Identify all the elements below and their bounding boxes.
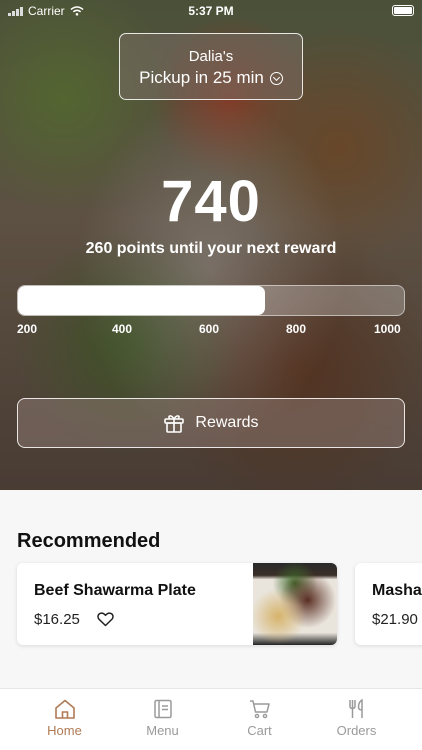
tab-label: Home: [47, 723, 82, 738]
pickup-location: Dalia's: [188, 48, 234, 65]
tick-label: 400: [112, 322, 133, 336]
tab-label: Orders: [336, 723, 377, 738]
tick-label: 800: [286, 322, 307, 336]
rewards-button-label: Rewards: [195, 414, 259, 431]
gift-icon: [164, 415, 185, 433]
tick-label: 1000: [374, 322, 401, 336]
status-bar: Carrier 5:37 PM: [0, 0, 422, 22]
section-title-recommended: Recommended: [17, 530, 161, 552]
tab-label: Menu: [146, 723, 179, 738]
tab-orders[interactable]: Orders: [304, 689, 409, 750]
tab-cart[interactable]: Cart: [207, 689, 312, 750]
heart-icon[interactable]: [97, 612, 114, 627]
item-name: Masha: [372, 582, 422, 599]
recommended-item-card[interactable]: Beef Shawarma Plate $16.25: [17, 563, 337, 645]
points-remaining-text: 260 points until your next reward: [85, 240, 337, 257]
points-total: 740: [161, 169, 261, 234]
bottom-tab-bar: Home Menu Cart Orders: [0, 688, 422, 750]
battery-icon: [392, 5, 414, 16]
menu-icon: [153, 699, 172, 719]
item-price: $21.90: [372, 611, 418, 628]
pickup-selector[interactable]: Dalia's Pickup in 25 min: [119, 33, 303, 100]
tab-menu[interactable]: Menu: [110, 689, 215, 750]
rewards-progress-fill: [18, 286, 266, 315]
item-name: Beef Shawarma Plate: [34, 582, 196, 599]
tick-label: 200: [17, 322, 38, 336]
tab-home[interactable]: Home: [12, 689, 117, 750]
rewards-progress-bar: [17, 285, 405, 316]
home-icon: [54, 699, 75, 719]
recommended-item-card[interactable]: Masha $21.90: [355, 563, 422, 645]
rewards-button[interactable]: Rewards: [17, 398, 405, 448]
status-time: 5:37 PM: [188, 4, 234, 18]
cart-icon: [249, 700, 270, 719]
pickup-time-label: Pickup in 25 min: [139, 68, 264, 87]
tick-label: 600: [199, 322, 220, 336]
chevron-down-circle-icon: [269, 71, 283, 85]
progress-ticks: 200 400 600 800 1000: [0, 322, 422, 338]
orders-icon: [348, 699, 363, 718]
item-image: [253, 563, 337, 645]
item-price: $16.25: [34, 611, 80, 628]
tab-label: Cart: [247, 723, 272, 738]
